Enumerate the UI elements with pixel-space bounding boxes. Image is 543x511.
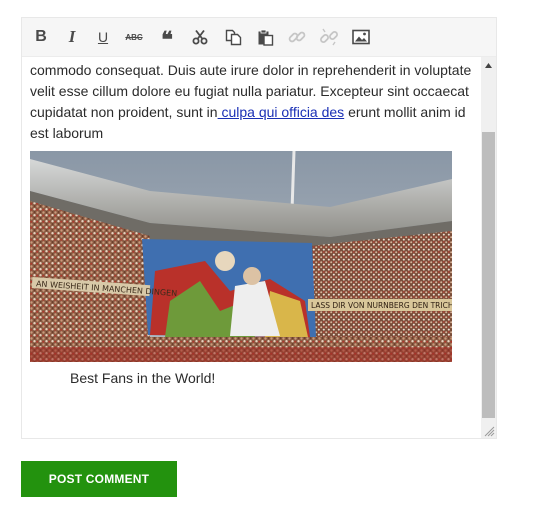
copy-icon — [225, 29, 241, 45]
strikethrough-icon: ABC — [125, 32, 143, 42]
scroll-thumb[interactable] — [482, 132, 495, 418]
strikethrough-button[interactable]: ABC — [123, 27, 145, 47]
editor-toolbar: B I U ABC ❝ — [22, 18, 496, 57]
editor-content[interactable]: commodo consequat. Duis aute irure dolor… — [22, 57, 481, 437]
bold-button[interactable]: B — [30, 27, 52, 47]
chevron-up-icon — [485, 62, 492, 68]
copy-button[interactable] — [222, 27, 244, 47]
embedded-photo[interactable]: AN WEISHEIT IN MANCHEN DINGEN LASS DIR V… — [30, 151, 452, 362]
unlink-button[interactable] — [318, 27, 340, 47]
italic-button[interactable]: I — [61, 27, 83, 47]
unlink-icon — [320, 28, 338, 46]
italic-icon: I — [68, 27, 76, 46]
bold-icon: B — [35, 28, 47, 45]
banner-right-text: LASS DIR VON NURNBERG DEN TRICHTE — [311, 301, 452, 310]
link-icon — [288, 31, 306, 43]
insert-image-button[interactable] — [350, 27, 372, 47]
underline-button[interactable]: U — [92, 27, 114, 47]
comment-text: commodo consequat. Duis aute irure dolor… — [30, 60, 475, 144]
image-caption: Best Fans in the World! — [70, 370, 216, 386]
image-icon — [352, 29, 370, 45]
scroll-up-arrow[interactable] — [481, 57, 496, 73]
blockquote-icon: ❝ — [161, 27, 173, 52]
cut-icon — [192, 29, 208, 45]
post-comment-button[interactable]: POST COMMENT — [21, 461, 177, 497]
comment-editor: B I U ABC ❝ commodo consequat. Duis aute… — [21, 17, 497, 439]
stadium-photo: AN WEISHEIT IN MANCHEN DINGEN LASS DIR V… — [30, 151, 452, 362]
blockquote-button[interactable]: ❝ — [156, 27, 178, 52]
editor-scrollbar[interactable] — [481, 57, 496, 438]
resize-grip-icon[interactable] — [483, 425, 495, 437]
underline-icon: U — [97, 29, 109, 45]
comment-link[interactable]: culpa qui officia des — [218, 104, 344, 120]
paste-button[interactable] — [254, 27, 276, 47]
link-button[interactable] — [286, 27, 308, 47]
cut-button[interactable] — [189, 27, 211, 47]
paste-icon — [258, 29, 273, 46]
